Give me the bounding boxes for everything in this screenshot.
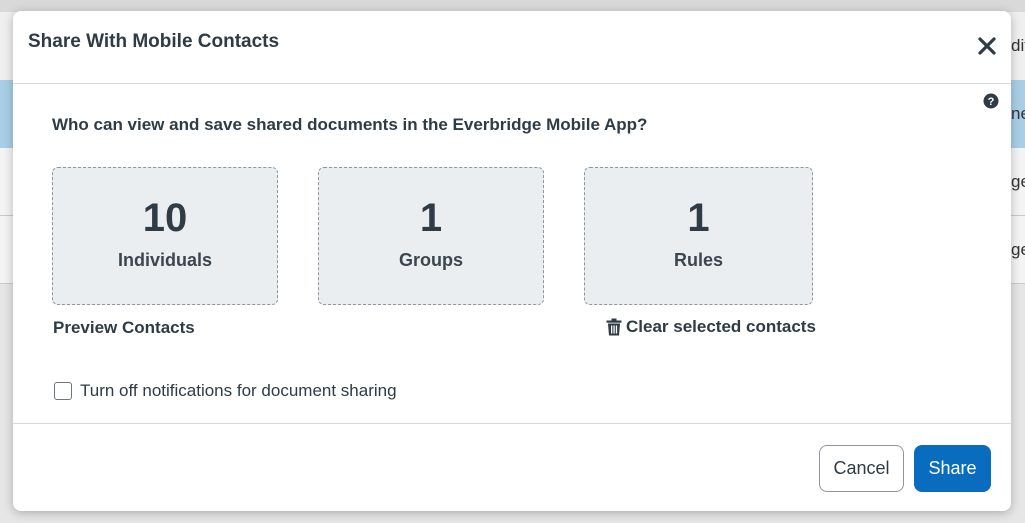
background-row-text: ne bbox=[1011, 104, 1025, 123]
close-button[interactable] bbox=[977, 35, 997, 57]
background-header-text: dif bbox=[1011, 36, 1025, 55]
notification-option: Turn off notifications for document shar… bbox=[54, 381, 397, 401]
individuals-count: 10 bbox=[142, 196, 188, 240]
share-button[interactable]: Share bbox=[914, 445, 991, 492]
clear-link-label: Clear selected contacts bbox=[626, 317, 816, 336]
groups-count: 1 bbox=[419, 196, 443, 240]
share-dialog: Share With Mobile Contacts ? Who can vie… bbox=[13, 11, 1011, 511]
share-question: Who can view and save shared documents i… bbox=[52, 115, 648, 134]
rules-count-box[interactable]: 1 Rules bbox=[584, 167, 813, 305]
turn-off-notifications-label[interactable]: Turn off notifications for document shar… bbox=[80, 381, 397, 401]
dialog-header: Share With Mobile Contacts bbox=[13, 11, 1011, 84]
cancel-button[interactable]: Cancel bbox=[819, 445, 904, 492]
dialog-footer: Cancel Share bbox=[13, 423, 1011, 512]
turn-off-notifications-checkbox[interactable] bbox=[54, 382, 72, 400]
preview-contacts-link[interactable]: Preview Contacts bbox=[53, 318, 195, 338]
close-icon bbox=[978, 37, 996, 55]
groups-label: Groups bbox=[398, 250, 463, 270]
svg-text:?: ? bbox=[988, 96, 995, 108]
rules-label: Rules bbox=[673, 250, 724, 270]
trash-icon bbox=[606, 318, 622, 336]
dialog-title: Share With Mobile Contacts bbox=[28, 31, 280, 52]
help-icon[interactable]: ? bbox=[983, 93, 999, 109]
clear-selected-contacts-link[interactable]: Clear selected contacts bbox=[606, 317, 816, 337]
groups-count-box[interactable]: 1 Groups bbox=[318, 167, 544, 305]
background-row-text: ge bbox=[1011, 240, 1025, 259]
rules-count: 1 bbox=[687, 196, 710, 240]
background-row-text: ge bbox=[1011, 172, 1025, 191]
individuals-label: Individuals bbox=[117, 250, 213, 270]
individuals-count-box[interactable]: 10 Individuals bbox=[52, 167, 278, 305]
